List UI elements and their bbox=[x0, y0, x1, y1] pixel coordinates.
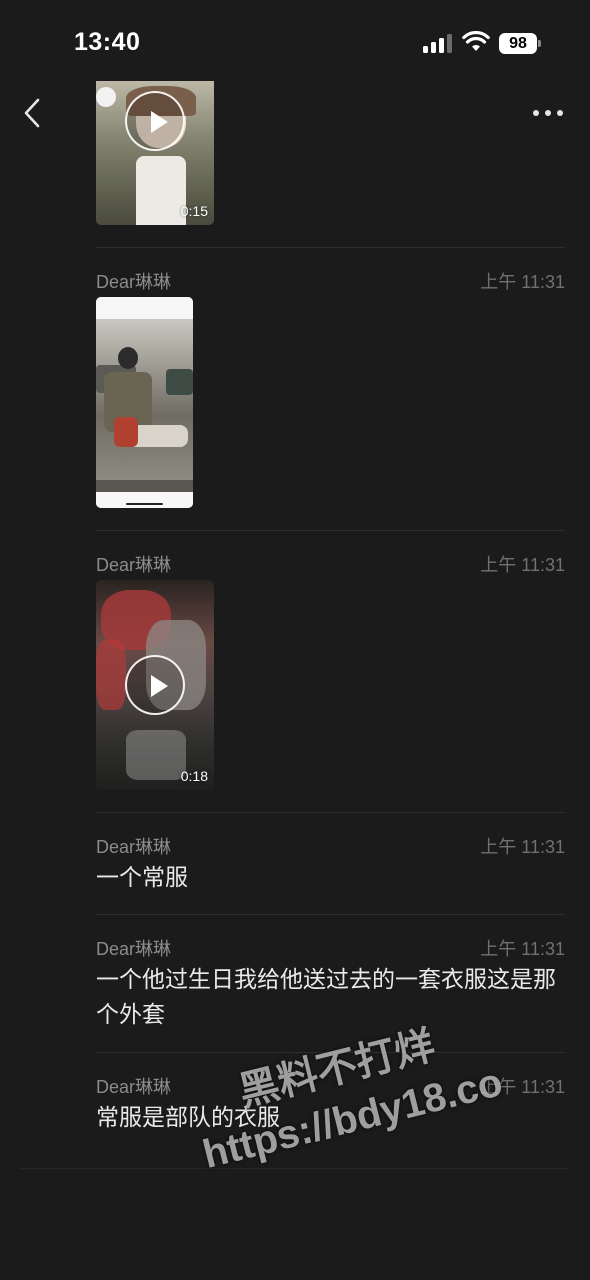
more-dots-icon[interactable] bbox=[530, 104, 566, 122]
message-time: 上午 11:31 bbox=[480, 272, 565, 292]
cellular-signal-icon bbox=[423, 33, 453, 53]
play-button[interactable] bbox=[125, 91, 185, 151]
video-thumbnail[interactable]: 0:18 bbox=[96, 580, 214, 790]
status-bar: 13:40 98 bbox=[0, 0, 590, 80]
message-time: 上午 11:31 bbox=[480, 837, 565, 857]
message-divider bbox=[96, 530, 565, 531]
status-time: 13:40 bbox=[74, 28, 141, 56]
message-divider bbox=[96, 247, 565, 248]
video-duration: 0:18 bbox=[180, 768, 208, 784]
sender-name: Dear琳琳 bbox=[96, 272, 172, 292]
battery-icon: 98 bbox=[499, 33, 541, 54]
video-duration: 0:15 bbox=[180, 203, 208, 219]
wifi-icon bbox=[462, 31, 490, 51]
message-divider bbox=[96, 914, 565, 915]
sender-name: Dear琳琳 bbox=[96, 1077, 172, 1097]
sender-name: Dear琳琳 bbox=[96, 939, 172, 959]
image-thumbnail[interactable] bbox=[96, 297, 193, 508]
message-text: 一个他过生日我给他送过去的一套衣服这是那个外套 bbox=[96, 966, 556, 1027]
video-thumbnail[interactable]: 0:15 bbox=[96, 81, 214, 225]
message-divider bbox=[96, 812, 565, 813]
sender-name: Dear琳琳 bbox=[96, 837, 172, 857]
chat-bottom-edge bbox=[20, 1168, 570, 1169]
message-text: 一个常服 bbox=[96, 864, 188, 890]
play-button[interactable] bbox=[125, 655, 185, 715]
battery-level: 98 bbox=[499, 33, 537, 54]
message-time: 上午 11:31 bbox=[480, 555, 565, 575]
message-time: 上午 11:31 bbox=[480, 939, 565, 959]
sender-name: Dear琳琳 bbox=[96, 555, 172, 575]
chevron-left-icon[interactable] bbox=[18, 96, 50, 130]
watermark: 黑料不打烊 https://bdy18.co bbox=[185, 1006, 508, 1181]
